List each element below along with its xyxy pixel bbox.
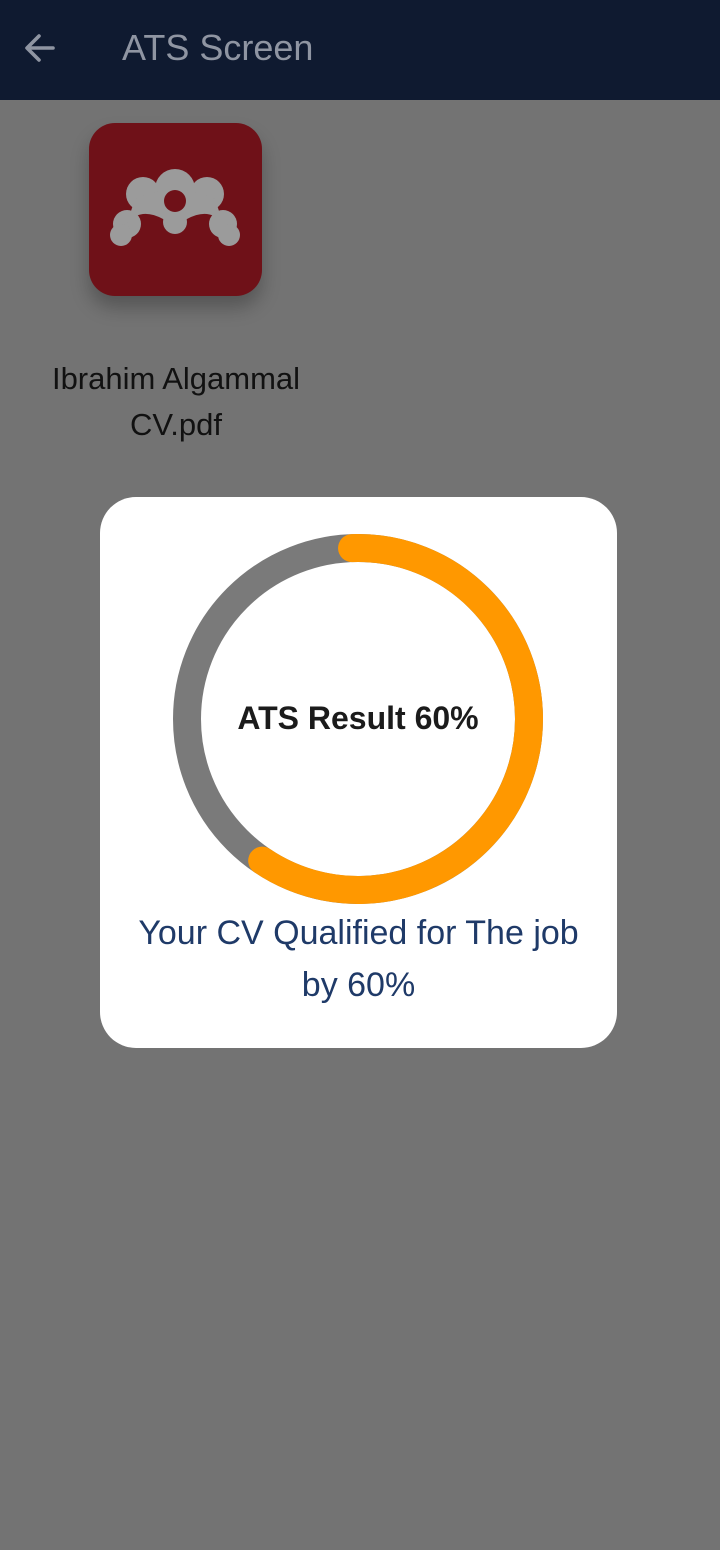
arrow-left-icon (25, 34, 55, 62)
app-bar: ATS Screen (0, 0, 720, 100)
progress-ring: ATS Result 60% (172, 533, 544, 905)
file-icon (89, 123, 262, 296)
result-message: Your CV Qualified for The job by 60% (138, 914, 579, 1004)
app-title: ATS Screen (122, 27, 314, 68)
back-button[interactable] (18, 26, 62, 70)
file-name: Ibrahim Algammal CV.pdf (51, 361, 301, 442)
ats-result-dialog: ATS Result 60% Your CV Qualified for The… (100, 497, 617, 1048)
mendeley-logo-icon (110, 169, 240, 246)
progress-label: ATS Result 60% (237, 700, 479, 736)
